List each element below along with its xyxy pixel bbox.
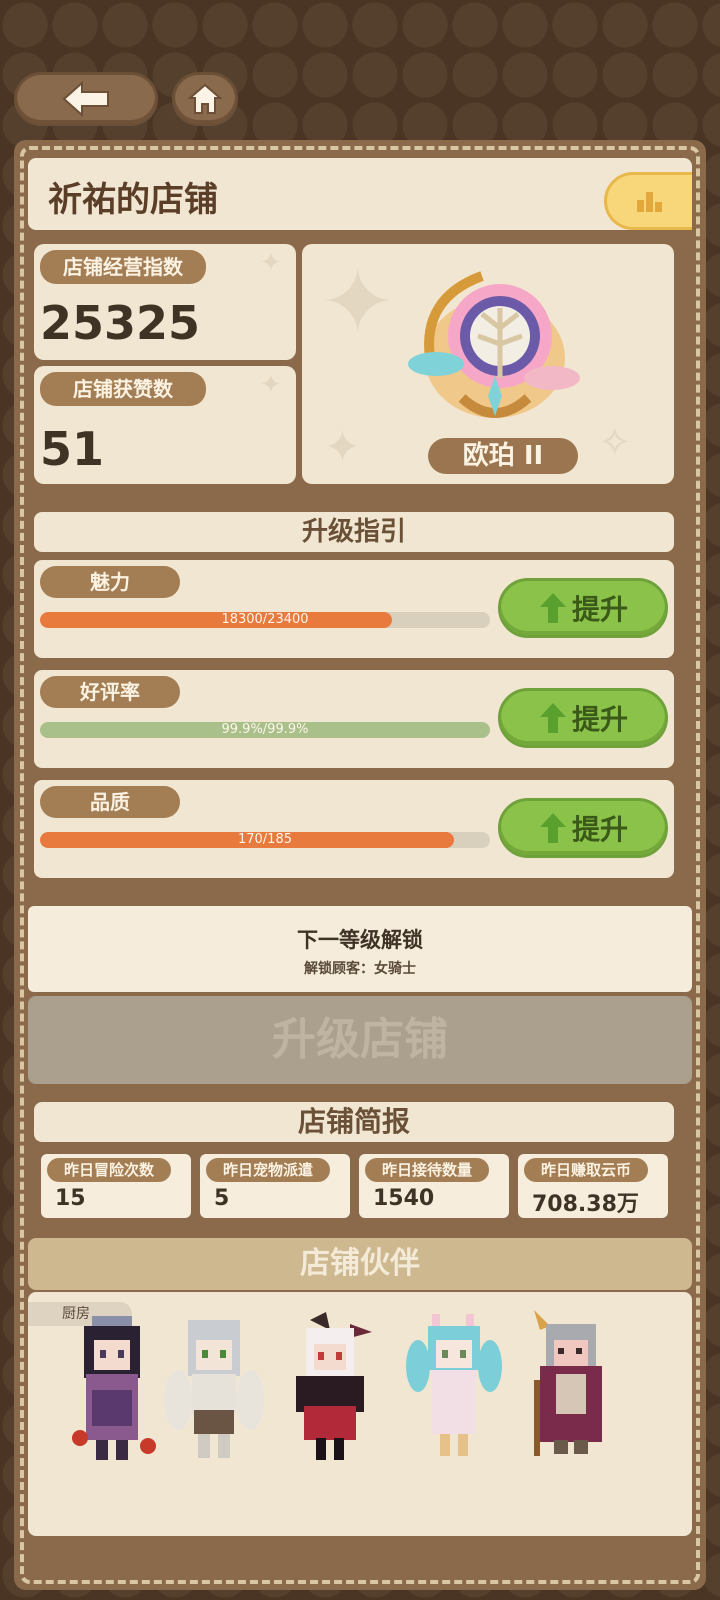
likes-value: 51 <box>40 422 105 476</box>
arrow-up-icon <box>539 593 566 623</box>
arrow-up-icon <box>539 703 566 733</box>
likes-card: 店铺获赞数 ✦ 51 <box>34 366 296 484</box>
horned-red-sprite[interactable] <box>280 1310 380 1470</box>
quality-progress-text: 170/185 <box>237 832 292 847</box>
brief-adventures-value: 15 <box>55 1186 86 1211</box>
ranking-button[interactable] <box>604 172 692 230</box>
next-level-unlock: 下一等级解锁 解锁顾客：女骑士 <box>28 906 692 992</box>
business-index-card: 店铺经营指数 ✦ 25325 <box>34 244 296 360</box>
briefing-title: 店铺简报 <box>34 1102 674 1142</box>
white-haired-winged-sprite[interactable] <box>164 1310 264 1470</box>
brief-pet-dispatch: 昨日宠物派遣 5 <box>200 1154 350 1218</box>
unlock-subtitle: 解锁顾客：女骑士 <box>304 961 416 977</box>
charm-label: 魅力 <box>40 566 180 598</box>
tree-emblem-icon <box>408 271 580 418</box>
sparkle-icon: ✦ <box>260 370 282 400</box>
bar-chart-icon <box>636 192 662 212</box>
business-index-value: 25325 <box>40 296 201 350</box>
business-index-label: 店铺经营指数 <box>40 250 206 284</box>
dark-haired-chef-sprite[interactable] <box>62 1310 162 1470</box>
coffee-beans-icon: ✧ <box>598 420 632 466</box>
brief-reception: 昨日接待数量 1540 <box>359 1154 509 1218</box>
sparkle-icon: ✦ <box>324 422 361 473</box>
brief-coins-label: 昨日赚取云币 <box>524 1158 648 1182</box>
brief-coins-value: 708.38万 <box>532 1192 639 1217</box>
partners-title: 店铺伙伴 <box>28 1238 692 1290</box>
rating-upgrade-button[interactable]: 提升 <box>498 688 668 748</box>
quality-upgrade-button[interactable]: 提升 <box>498 798 668 858</box>
brief-coins: 昨日赚取云币 708.38万 <box>518 1154 668 1218</box>
rank-badge-card[interactable]: ✦ ✦ ✧ 欧珀 II <box>302 244 674 484</box>
charm-progress-text: 18300/23400 <box>221 612 309 627</box>
back-button[interactable] <box>14 72 158 126</box>
rating-upgrade-label: 提升 <box>571 703 628 736</box>
quality-label: 品质 <box>40 786 180 818</box>
old-sage-sprite[interactable] <box>520 1310 620 1470</box>
rating-row: 好评率 99.9%/99.9% 提升 <box>34 670 674 768</box>
likes-label: 店铺获赞数 <box>40 372 206 406</box>
home-icon <box>188 83 222 114</box>
unlock-title: 下一等级解锁 <box>297 928 423 952</box>
brief-pet-dispatch-value: 5 <box>214 1186 230 1211</box>
home-button[interactable] <box>172 72 238 126</box>
charm-upgrade-button[interactable]: 提升 <box>498 578 668 638</box>
brief-pet-dispatch-label: 昨日宠物派遣 <box>206 1158 330 1182</box>
rating-label: 好评率 <box>40 676 180 708</box>
brief-adventures: 昨日冒险次数 15 <box>41 1154 191 1218</box>
sparkle-icon: ✦ <box>260 248 282 278</box>
charm-upgrade-label: 提升 <box>571 593 628 626</box>
guide-title: 升级指引 <box>34 512 674 552</box>
page-title: 祈祐的店铺 <box>48 180 218 220</box>
brief-reception-label: 昨日接待数量 <box>365 1158 489 1182</box>
quality-row: 品质 170/185 提升 <box>34 780 674 878</box>
brief-reception-value: 1540 <box>373 1186 435 1211</box>
sparkle-icon: ✦ <box>320 250 396 355</box>
rank-name: 欧珀 II <box>428 438 578 474</box>
upgrade-shop-button[interactable]: 升级店铺 <box>28 996 692 1084</box>
arrow-left-icon <box>62 81 109 117</box>
quality-upgrade-label: 提升 <box>571 813 628 846</box>
arrow-up-icon <box>539 813 566 843</box>
charm-row: 魅力 18300/23400 提升 <box>34 560 674 658</box>
brief-adventures-label: 昨日冒险次数 <box>47 1158 171 1182</box>
cyan-twintail-sprite[interactable] <box>404 1310 504 1470</box>
rating-progress-text: 99.9%/99.9% <box>221 722 309 737</box>
